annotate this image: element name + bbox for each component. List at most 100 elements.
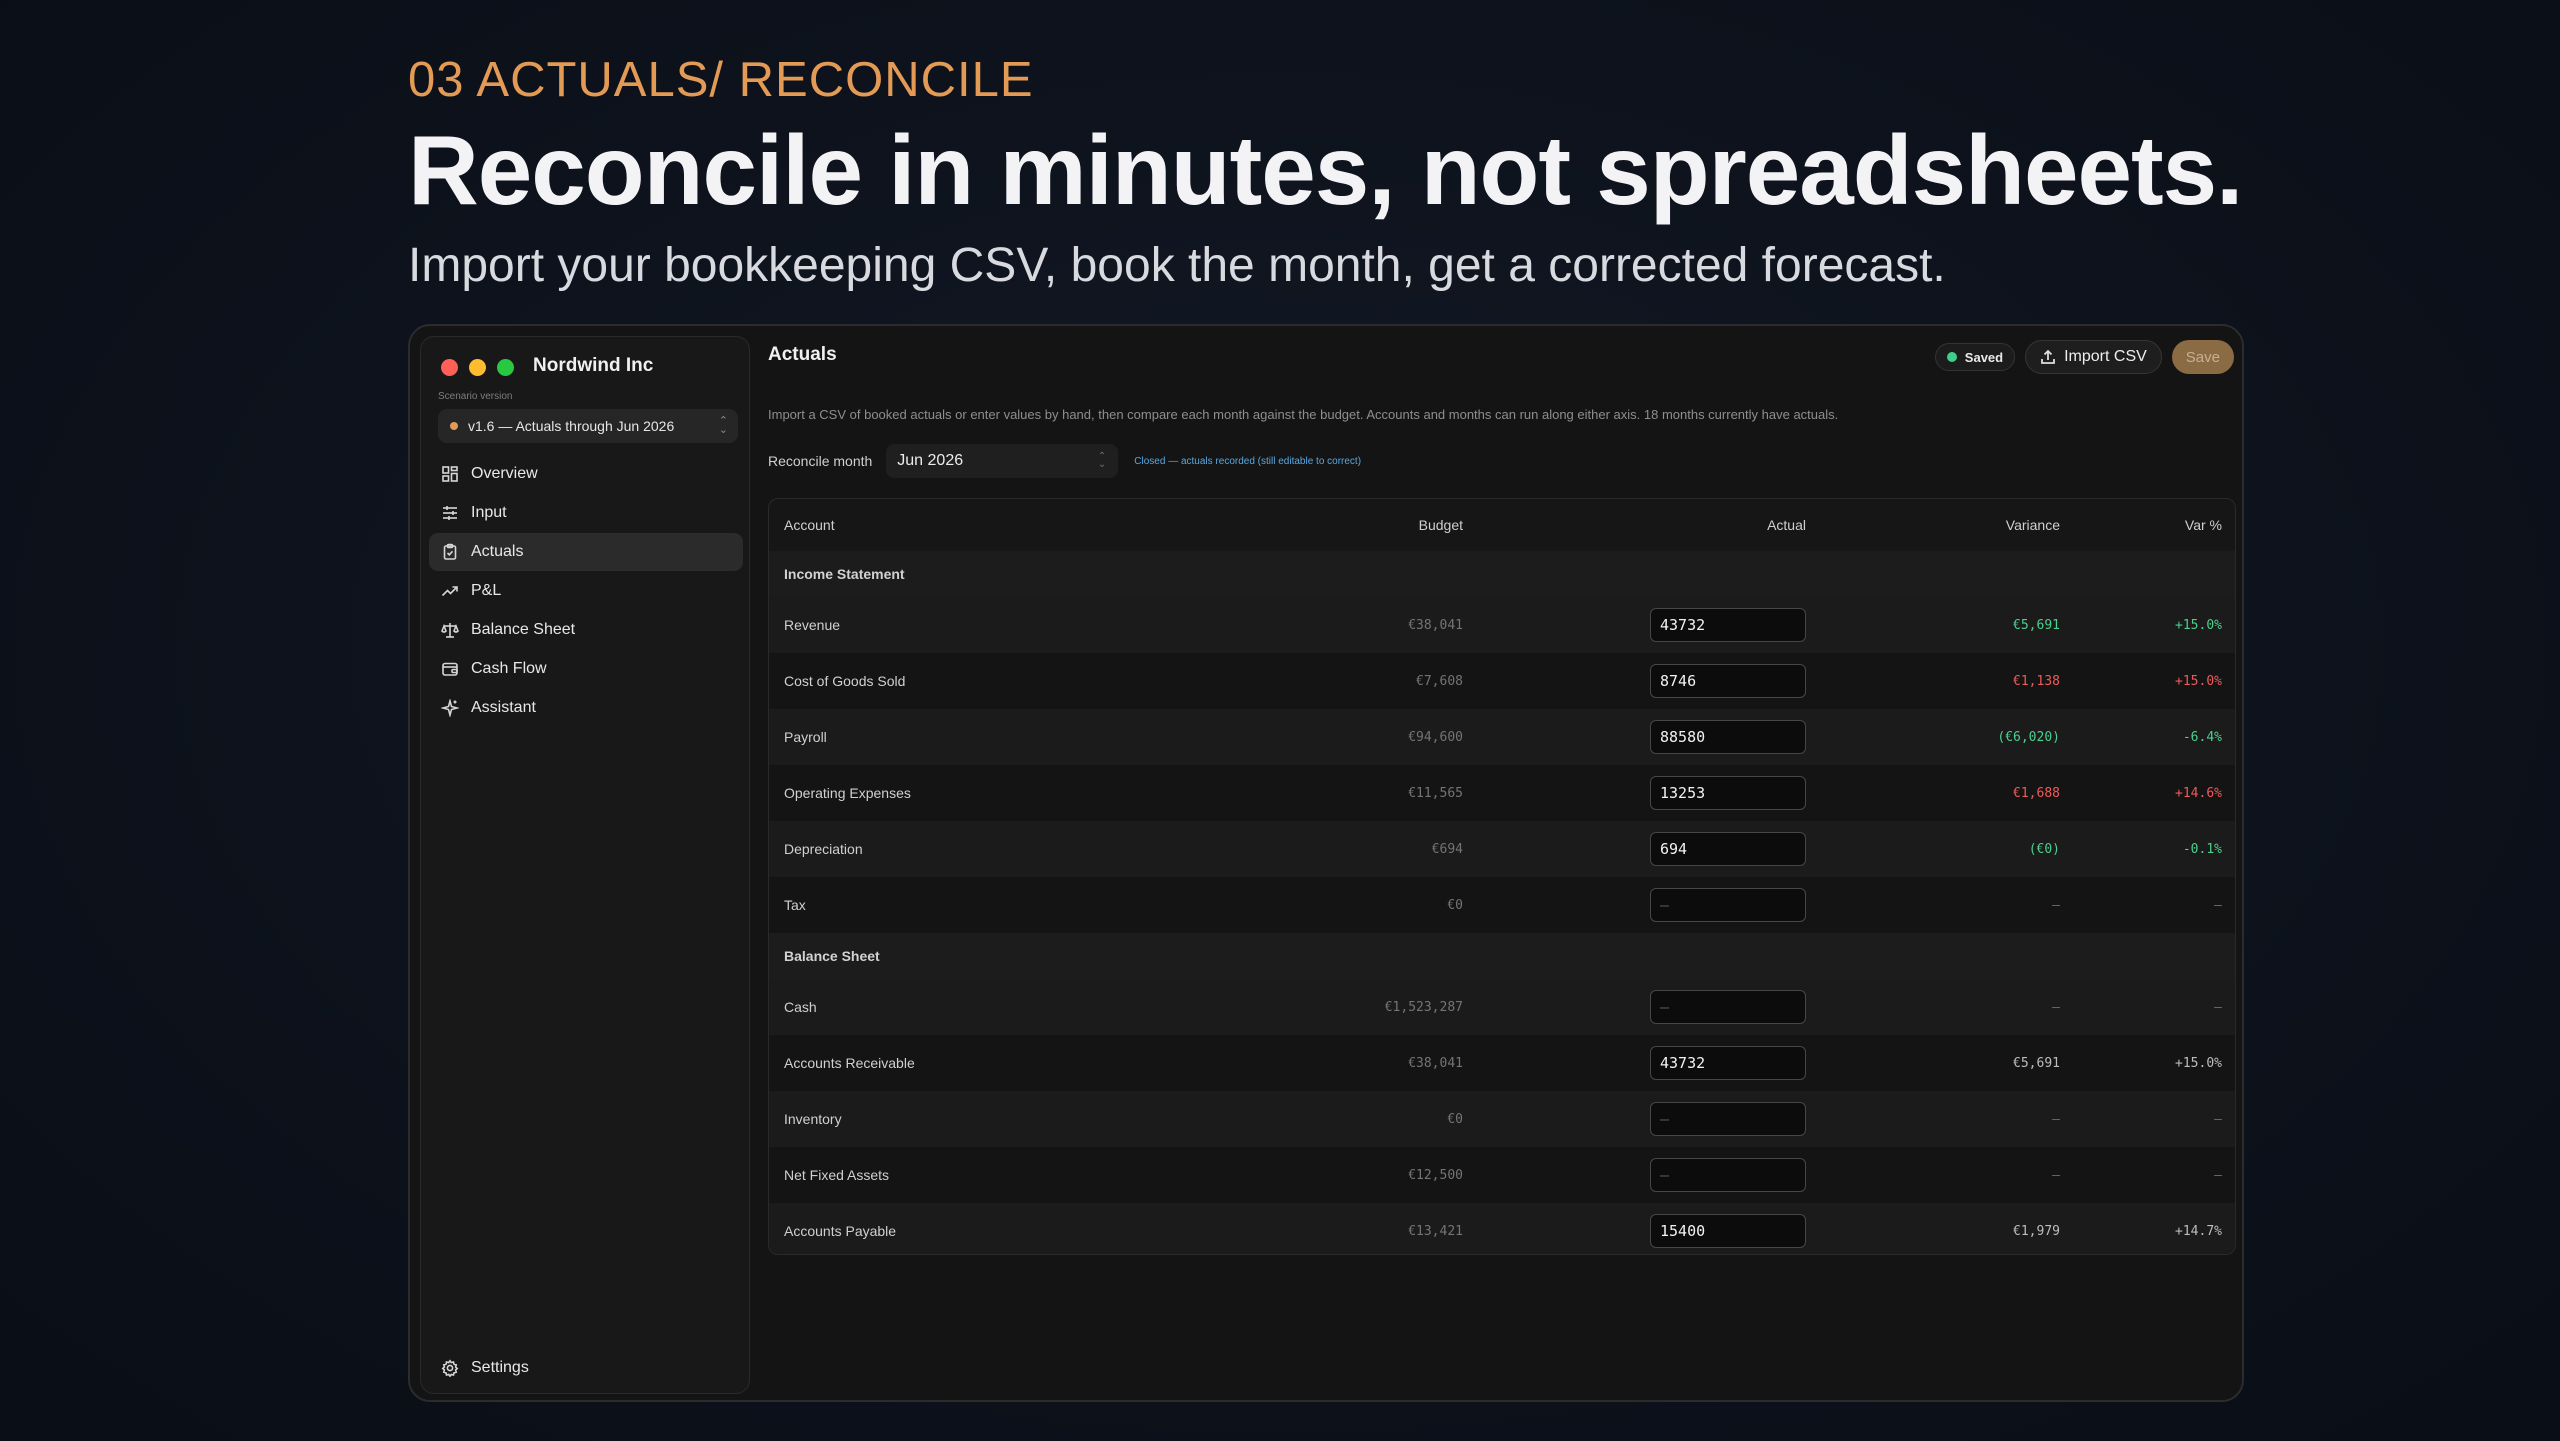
cell-account: Accounts Payable — [784, 1223, 897, 1239]
cell-var-pct: -0.1% — [2182, 841, 2222, 857]
actual-input[interactable]: — — [1650, 888, 1806, 922]
maximize-window-button[interactable] — [497, 359, 514, 376]
cell-variance: (€6,020) — [1997, 729, 2060, 745]
actual-input[interactable]: 694 — [1650, 832, 1806, 866]
sidebar-item-label: P&L — [471, 582, 502, 599]
cell-var-pct: +15.0% — [2175, 673, 2222, 689]
reconcile-month-row: Reconcile month Jun 2026 ⌃ ⌄ Closed — act… — [768, 444, 1361, 478]
page-title: Actuals — [768, 344, 837, 365]
actual-input[interactable]: 43732 — [1650, 608, 1806, 642]
actual-input[interactable]: — — [1650, 990, 1806, 1024]
cell-actual: — — [1463, 888, 1806, 922]
trend-up-icon — [441, 582, 459, 600]
table-row: Depreciation €694 694 (€0) -0.1% — [769, 821, 2235, 877]
import-csv-button[interactable]: Import CSV — [2025, 340, 2162, 374]
cell-variance: — — [2052, 897, 2060, 913]
sidebar-item-assistant[interactable]: Assistant — [429, 689, 743, 727]
cell-account: Cash — [784, 999, 817, 1015]
hero-eyebrow: 03 ACTUALS/ RECONCILE — [408, 53, 1034, 107]
column-header-actual: Actual — [1767, 517, 1806, 533]
scenario-version-select[interactable]: v1.6 — Actuals through Jun 2026 ⌃ ⌄ — [438, 409, 738, 443]
section-header: Balance Sheet — [769, 933, 2235, 979]
sidebar-item-settings[interactable]: Settings — [441, 1359, 529, 1377]
sidebar-item-actuals[interactable]: Actuals — [429, 533, 743, 571]
reconcile-status-note: Closed — actuals recorded (still editabl… — [1134, 455, 1362, 467]
sidebar-item-overview[interactable]: Overview — [429, 455, 743, 493]
sidebar-item-label: Actuals — [471, 543, 524, 560]
scenario-version-value: v1.6 — Actuals through Jun 2026 — [468, 418, 675, 434]
table-row: Accounts Payable €13,421 15400 €1,979 +14.7% — [769, 1203, 2235, 1254]
reconcile-month-value: Jun 2026 — [897, 452, 964, 469]
cell-var-pct: — — [2214, 1167, 2222, 1183]
cell-actual: 43732 — [1463, 1046, 1806, 1080]
save-button[interactable]: Save — [2171, 340, 2234, 374]
scenario-version-label: Scenario version — [438, 391, 513, 402]
saved-status-dot — [1946, 352, 1957, 362]
actual-input[interactable]: 8746 — [1650, 664, 1806, 698]
cell-account: Accounts Receivable — [784, 1055, 915, 1071]
hero-headline: Reconcile in minutes, not spreadsheets. — [408, 115, 2243, 225]
app-window: Nordwind Inc Scenario version v1.6 — Act… — [408, 324, 2244, 1402]
cell-variance: (€0) — [2028, 841, 2060, 857]
actual-input[interactable]: 88580 — [1650, 720, 1806, 754]
scenario-status-dot — [450, 422, 458, 430]
saved-status-badge: Saved — [1934, 343, 2016, 371]
cell-variance: — — [2052, 1167, 2060, 1183]
cell-var-pct: +14.7% — [2175, 1223, 2222, 1239]
scale-icon — [441, 621, 459, 639]
cell-actual: — — [1463, 1158, 1806, 1192]
actual-input[interactable]: — — [1650, 1158, 1806, 1192]
cell-var-pct: — — [2214, 999, 2222, 1015]
actual-input[interactable]: — — [1650, 1102, 1806, 1136]
cell-variance: €1,979 — [2013, 1223, 2060, 1239]
sidebar-item-balance-sheet[interactable]: Balance Sheet — [429, 611, 743, 649]
top-actions: Saved Import CSV Save — [1934, 340, 2234, 374]
cell-budget: €13,421 — [1408, 1223, 1463, 1239]
cell-var-pct: -6.4% — [2182, 729, 2222, 745]
upload-icon — [2041, 349, 2056, 364]
sparkle-icon — [441, 699, 459, 717]
section-header: Income Statement — [769, 551, 2235, 597]
table-row: Revenue €38,041 43732 €5,691 +15.0% — [769, 597, 2235, 653]
cell-actual: 694 — [1463, 832, 1806, 866]
table-header: Account Budget Actual Variance Var % — [769, 499, 2235, 551]
sidebar-item-input[interactable]: Input — [429, 494, 743, 532]
reconcile-month-select[interactable]: Jun 2026 ⌃ ⌄ — [886, 444, 1119, 478]
cell-budget: €94,600 — [1408, 729, 1463, 745]
reconcile-month-label: Reconcile month — [768, 453, 873, 469]
actuals-table: Account Budget Actual Variance Var % Inc… — [768, 498, 2236, 1255]
sidebar-item-pnl[interactable]: P&L — [429, 572, 743, 610]
cell-account: Net Fixed Assets — [784, 1167, 890, 1183]
sliders-icon — [441, 504, 459, 522]
close-window-button[interactable] — [441, 359, 458, 376]
sidebar-item-cash-flow[interactable]: Cash Flow — [429, 650, 743, 688]
sidebar-item-label: Assistant — [471, 699, 536, 716]
cell-account: Depreciation — [784, 841, 863, 857]
sidebar: Nordwind Inc Scenario version v1.6 — Act… — [420, 336, 750, 1394]
grid-icon — [441, 465, 459, 483]
table-row: Inventory €0 — — — — [769, 1091, 2235, 1147]
gear-icon — [441, 1359, 459, 1377]
cell-actual: 15400 — [1463, 1214, 1806, 1248]
cell-variance: €1,688 — [2013, 785, 2060, 801]
cell-budget: €1,523,287 — [1384, 999, 1463, 1015]
table-body: Income Statement Revenue €38,041 43732 €5,69… — [769, 551, 2235, 1254]
table-row: Operating Expenses €11,565 13253 €1,688 +14.… — [769, 765, 2235, 821]
cell-budget: €12,500 — [1408, 1167, 1463, 1183]
sidebar-nav: Overview Input Actuals P&L Balance Sheet… — [429, 455, 743, 728]
cell-variance: — — [2052, 1111, 2060, 1127]
actual-input[interactable]: 43732 — [1650, 1046, 1806, 1080]
window-controls — [441, 359, 514, 376]
cell-actual: 88580 — [1463, 720, 1806, 754]
minimize-window-button[interactable] — [469, 359, 486, 376]
sidebar-item-label: Balance Sheet — [471, 621, 576, 638]
column-header-account: Account — [784, 517, 835, 533]
actual-input[interactable]: 13253 — [1650, 776, 1806, 810]
cell-account: Inventory — [784, 1111, 842, 1127]
cell-budget: €7,608 — [1416, 673, 1463, 689]
cell-actual: 8746 — [1463, 664, 1806, 698]
cell-var-pct: — — [2214, 897, 2222, 913]
cell-budget: €0 — [1447, 897, 1463, 913]
actual-input[interactable]: 15400 — [1650, 1214, 1806, 1248]
cell-budget: €0 — [1447, 1111, 1463, 1127]
